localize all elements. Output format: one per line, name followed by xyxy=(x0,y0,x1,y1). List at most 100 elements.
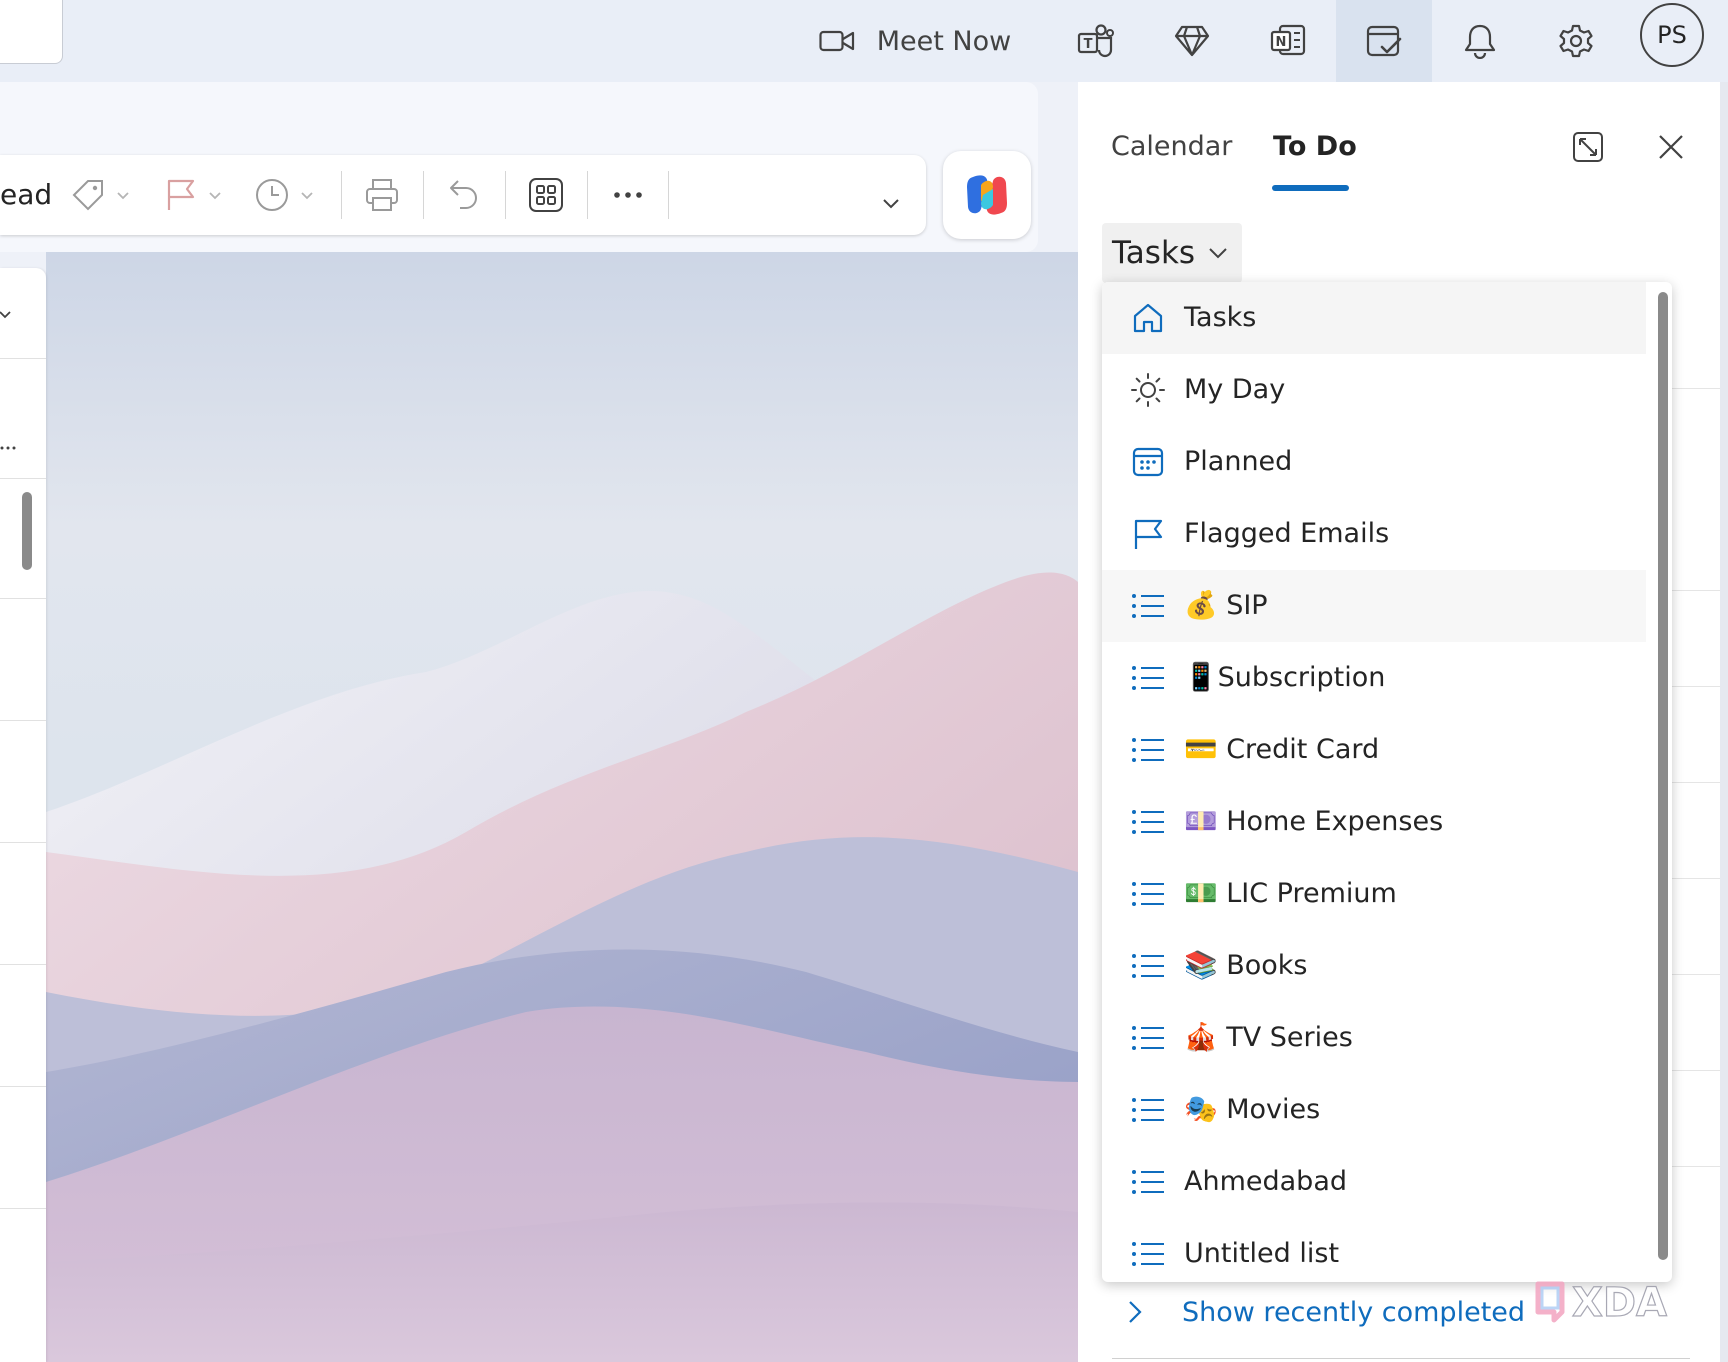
menu-item-label: My Day xyxy=(1184,374,1286,405)
list-icon xyxy=(1130,1092,1166,1128)
menu-item-planned[interactable]: Planned xyxy=(1102,426,1646,498)
task-row-divider xyxy=(1672,686,1720,687)
teams-button[interactable]: T xyxy=(1056,0,1136,82)
list-divider xyxy=(0,478,46,479)
background-wallpaper xyxy=(46,252,1078,1362)
list-divider xyxy=(0,598,46,599)
notifications-button[interactable] xyxy=(1440,0,1520,82)
message-list-scrollbar[interactable] xyxy=(22,492,32,570)
menu-item-label: 🎭 Movies xyxy=(1184,1094,1321,1125)
list-icon xyxy=(1130,660,1166,696)
tab-todo[interactable]: To Do xyxy=(1273,131,1357,162)
diamond-icon xyxy=(1174,25,1210,57)
task-row-divider xyxy=(1672,388,1720,389)
copilot-icon xyxy=(967,175,1007,215)
clock-icon xyxy=(256,179,288,211)
menu-item-label: 💵 LIC Premium xyxy=(1184,878,1397,909)
toolbar-divider xyxy=(668,171,669,219)
settings-button[interactable] xyxy=(1536,0,1616,82)
expand-ribbon-button[interactable] xyxy=(880,181,902,225)
close-pane-button[interactable] xyxy=(1651,127,1691,167)
more-options-button[interactable] xyxy=(612,173,644,217)
menu-item-label: 💳 Credit Card xyxy=(1184,734,1380,765)
copilot-button[interactable] xyxy=(943,151,1031,239)
list-divider xyxy=(0,358,46,359)
list-picker-label: Tasks xyxy=(1112,235,1196,271)
onenote-icon: N xyxy=(1270,24,1306,56)
print-button[interactable] xyxy=(364,173,400,217)
show-recently-completed-label: Show recently completed xyxy=(1182,1296,1526,1328)
chevron-right-icon xyxy=(1129,1301,1142,1323)
task-row-divider xyxy=(1672,590,1720,591)
teams-icon: T xyxy=(1077,24,1114,58)
onenote-button[interactable]: N xyxy=(1248,0,1328,82)
chevron-down-icon xyxy=(209,192,221,200)
menu-item-untitled-list[interactable]: Untitled list xyxy=(1102,1218,1646,1282)
active-tab-indicator xyxy=(1272,185,1349,191)
printer-icon xyxy=(366,179,398,211)
show-recently-completed-button[interactable]: Show recently completed xyxy=(1126,1290,1525,1334)
list-divider xyxy=(0,720,46,721)
menu-item-label: Flagged Emails xyxy=(1184,518,1390,549)
snooze-button[interactable] xyxy=(254,173,316,217)
todo-button[interactable] xyxy=(1336,0,1432,82)
chevron-down-icon xyxy=(1209,248,1227,259)
list-divider xyxy=(0,964,46,965)
list-icon xyxy=(1130,1164,1166,1200)
menu-item-label: 🎪 TV Series xyxy=(1184,1022,1353,1053)
undo-icon xyxy=(450,180,477,209)
search-box[interactable] xyxy=(0,0,63,64)
menu-item-label: Tasks xyxy=(1184,302,1257,333)
undo-button[interactable] xyxy=(446,173,482,217)
menu-item-subscription[interactable]: 📱Subscription xyxy=(1102,642,1646,714)
toolbar-divider xyxy=(341,171,342,219)
meet-now-button[interactable]: Meet Now xyxy=(800,0,1030,82)
chevron-down-icon xyxy=(117,192,129,200)
menu-item-movies[interactable]: 🎭 Movies xyxy=(1102,1074,1646,1146)
chevron-down-icon xyxy=(883,199,899,209)
menu-scrollbar[interactable] xyxy=(1658,292,1668,1260)
apps-button[interactable] xyxy=(528,173,564,217)
menu-item-books[interactable]: 📚 Books xyxy=(1102,930,1646,1002)
menu-item-lic-premium[interactable]: 💵 LIC Premium xyxy=(1102,858,1646,930)
list-icon xyxy=(1130,1020,1166,1056)
more-horizontal-icon xyxy=(614,192,642,198)
pane-edge xyxy=(1720,82,1728,1362)
list-picker-menu: Tasks My Day Planned Flagged Emails 💰 SI… xyxy=(1102,282,1672,1282)
pane-divider xyxy=(1112,1358,1690,1359)
menu-item-tasks[interactable]: Tasks xyxy=(1102,282,1646,354)
menu-item-label: 💰 SIP xyxy=(1184,590,1268,621)
menu-item-my-day[interactable]: My Day xyxy=(1102,354,1646,426)
list-divider xyxy=(0,1086,46,1087)
task-row-divider xyxy=(1672,974,1720,975)
list-picker-dropdown[interactable]: Tasks xyxy=(1102,223,1242,283)
avatar[interactable]: PS xyxy=(1640,3,1704,67)
menu-item-ahmedabad[interactable]: Ahmedabad xyxy=(1102,1146,1646,1218)
menu-item-home-expenses[interactable]: 💷 Home Expenses xyxy=(1102,786,1646,858)
tab-calendar[interactable]: Calendar xyxy=(1111,131,1232,162)
menu-item-sip[interactable]: 💰 SIP xyxy=(1102,570,1646,642)
pop-out-icon xyxy=(1573,132,1603,162)
menu-item-label: Planned xyxy=(1184,446,1293,477)
svg-text:XDA: XDA xyxy=(1572,1280,1667,1326)
list-icon xyxy=(1130,948,1166,984)
message-list-edge xyxy=(0,268,46,1362)
menu-item-tv-series[interactable]: 🎪 TV Series xyxy=(1102,1002,1646,1074)
open-in-new-window-button[interactable] xyxy=(1568,127,1608,167)
toolbar-divider xyxy=(423,171,424,219)
menu-item-credit-card[interactable]: 💳 Credit Card xyxy=(1102,714,1646,786)
svg-text:T: T xyxy=(1084,37,1093,52)
avatar-initials: PS xyxy=(1657,21,1687,49)
xda-watermark-logo: XDA xyxy=(1535,1279,1668,1327)
list-icon xyxy=(1130,732,1166,768)
menu-item-label: 📱Subscription xyxy=(1184,662,1386,693)
calendar-icon xyxy=(1130,444,1166,480)
flag-button[interactable] xyxy=(164,173,224,217)
premium-button[interactable] xyxy=(1152,0,1232,82)
mark-read-button[interactable]: ead xyxy=(0,155,52,235)
menu-item-flagged-emails[interactable]: Flagged Emails xyxy=(1102,498,1646,570)
home-icon xyxy=(1130,300,1166,336)
list-icon xyxy=(1130,876,1166,912)
menu-item-label: 💷 Home Expenses xyxy=(1184,806,1444,837)
categorize-button[interactable] xyxy=(70,173,132,217)
